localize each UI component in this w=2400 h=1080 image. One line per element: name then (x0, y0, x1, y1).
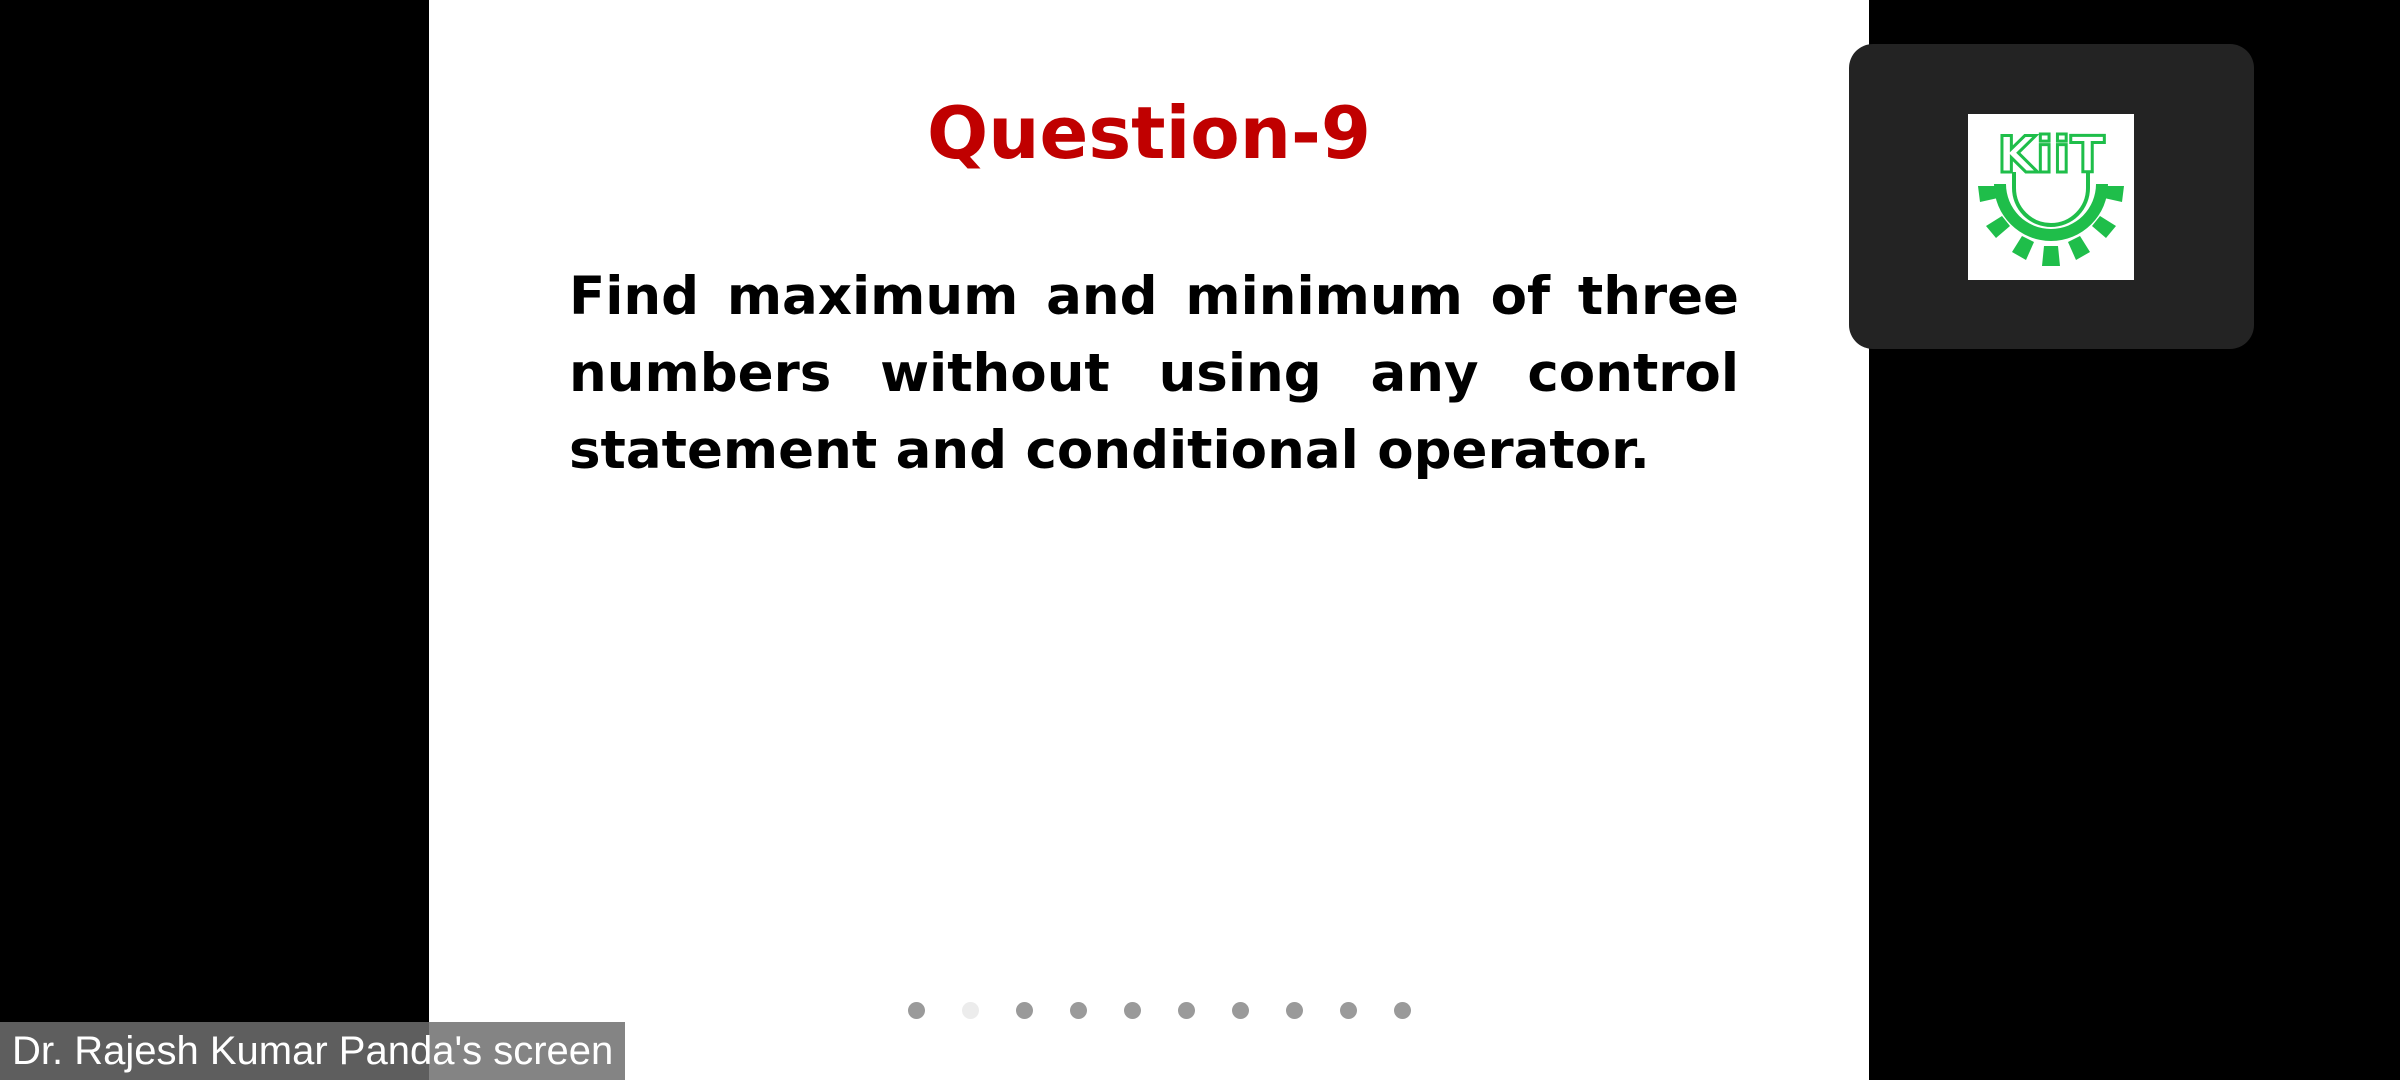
page-dot-9[interactable] (1339, 1002, 1357, 1019)
slide-title: Question-9 (927, 91, 1371, 175)
page-dot-7[interactable] (1231, 1002, 1249, 1019)
participant-video-tile[interactable]: KiiT (1849, 44, 2254, 349)
kiit-logo-icon: KiiT (1978, 125, 2124, 266)
slide-page-indicator (429, 1002, 1869, 1020)
page-dot-10[interactable] (1393, 1002, 1411, 1019)
meeting-stage: Question-9 Find maximum and minimum of t… (0, 0, 2400, 1080)
svg-text:KiiT: KiiT (1997, 126, 2104, 184)
screen-owner-label: Dr. Rajesh Kumar Panda's screen (0, 1022, 626, 1080)
page-dot-4[interactable] (1069, 1002, 1087, 1019)
page-dot-8[interactable] (1285, 1002, 1303, 1019)
slide-body-text: Find maximum and minimum of three number… (569, 266, 1739, 481)
shared-slide: Question-9 Find maximum and minimum of t… (429, 0, 1869, 1080)
page-dot-1[interactable] (907, 1002, 925, 1019)
page-dot-6[interactable] (1177, 1002, 1195, 1019)
page-dot-5[interactable] (1123, 1002, 1141, 1019)
page-dot-3[interactable] (1015, 1002, 1033, 1019)
kiit-logo: KiiT (1968, 114, 2134, 280)
page-dot-2[interactable] (961, 1002, 979, 1019)
